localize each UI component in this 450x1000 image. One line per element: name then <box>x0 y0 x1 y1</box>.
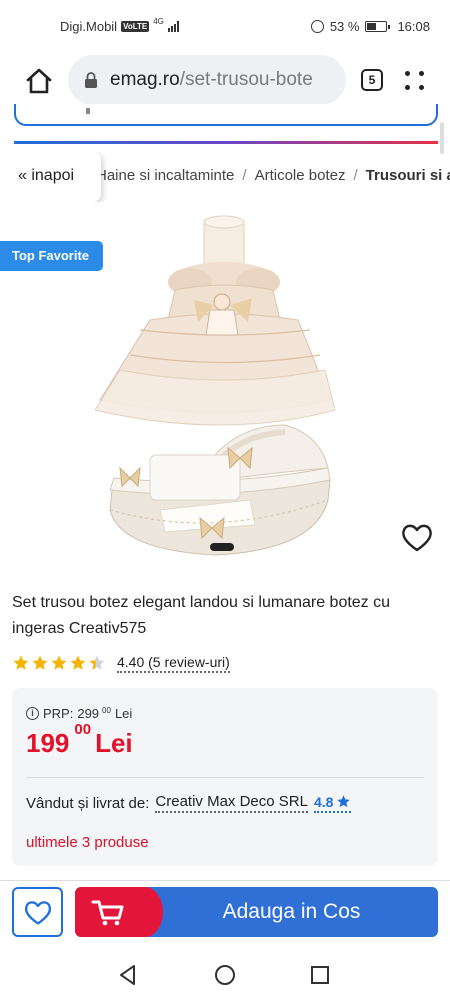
product-rating[interactable]: 4.40 (5 review-uri) <box>12 652 230 674</box>
prp-dec: 00 <box>102 706 111 715</box>
breadcrumb-item[interactable]: Articole botez <box>255 167 346 184</box>
url-domain: emag.ro <box>110 69 180 90</box>
star-icon <box>337 795 351 808</box>
signal-icon <box>167 21 179 32</box>
breadcrumb-separator: / <box>242 167 247 184</box>
breadcrumb-item-current[interactable]: Trusouri si accesorii botez <box>366 167 450 184</box>
price-currency: Lei <box>95 728 133 758</box>
url-path: /set-trusou-bote <box>179 69 313 90</box>
home-nav-icon[interactable] <box>213 963 237 987</box>
heart-icon <box>24 901 52 925</box>
breadcrumb-item[interactable]: Haine si incaltaminte <box>96 167 234 184</box>
star-icon <box>13 655 29 670</box>
tabs-icon[interactable]: 5 <box>361 69 383 91</box>
clock: 16:08 <box>397 19 430 34</box>
status-right: 53 % 16:08 <box>310 19 430 34</box>
home-icon[interactable] <box>24 66 54 96</box>
rating-text[interactable]: 4.40 (5 review-uri) <box>117 654 230 673</box>
browser-toolbar: emag.ro/set-trusou-bote 5 <box>0 52 450 108</box>
status-bar: Digi.Mobil VoLTE 4G 53 % 16:08 <box>0 0 450 52</box>
url-text: emag.ro/set-trusou-bote <box>110 69 313 91</box>
seller-name-link[interactable]: Creativ Max Deco SRL <box>155 793 308 813</box>
star-icon <box>32 655 48 670</box>
cart-icon <box>91 900 124 926</box>
stock-status: ultimele 3 produse <box>26 834 149 851</box>
lock-icon <box>85 72 97 88</box>
url-bar[interactable]: emag.ro/set-trusou-bote <box>68 55 346 105</box>
price-dec: 00 <box>74 721 92 739</box>
product-image[interactable] <box>80 210 350 580</box>
carrier-name: Digi.Mobil <box>60 19 118 34</box>
wishlist-button[interactable] <box>12 887 63 937</box>
heart-icon[interactable] <box>400 522 434 554</box>
product-title: Set trusou botez elegant landou si luman… <box>12 594 391 637</box>
prp-int: 299 <box>77 706 100 721</box>
product-price: 199 00 Lei <box>26 721 133 759</box>
seller-rating-value: 4.8 <box>313 793 334 810</box>
search-input[interactable] <box>14 104 438 126</box>
rating-stars <box>12 654 107 672</box>
divider <box>26 777 424 778</box>
header-accent-line <box>14 141 438 144</box>
add-to-cart-label: Adauga in Cos <box>222 900 361 923</box>
seller-row: Vândut și livrat de: Creativ Max Deco SR… <box>26 793 352 813</box>
page-scrollbar[interactable] <box>440 122 444 154</box>
battery-percent: 53 % <box>329 19 360 34</box>
add-to-cart-button[interactable]: Adauga in Cos <box>75 887 438 937</box>
breadcrumb-separator: / <box>353 167 358 184</box>
star-icon <box>89 655 105 670</box>
info-icon[interactable]: i <box>26 707 39 720</box>
system-nav-bar <box>0 950 450 1000</box>
more-vert-icon[interactable] <box>402 67 428 93</box>
recents-nav-icon[interactable] <box>308 963 332 987</box>
breadcrumb: Haine si incaltaminte / Articole botez / Tru… <box>0 152 450 202</box>
volte-icon: VoLTE <box>121 21 150 32</box>
alarm-icon <box>310 20 324 33</box>
star-icon <box>70 655 86 670</box>
status-left: Digi.Mobil VoLTE 4G <box>60 17 179 34</box>
breadcrumb-track: Haine si incaltaminte / Articole botez / Tru… <box>96 167 450 184</box>
seller-rating[interactable]: 4.8 <box>313 793 352 813</box>
network-type: 4G <box>153 17 164 26</box>
back-button[interactable]: « inapoi <box>0 152 101 202</box>
back-nav-icon[interactable] <box>116 963 140 987</box>
action-bar: Adauga in Cos <box>0 880 450 950</box>
seller-label: Vândut și livrat de: <box>26 794 150 812</box>
prp-label: PRP: <box>43 706 74 721</box>
gallery-indicator[interactable] <box>210 543 234 551</box>
prp-row: i PRP: 299 00 Lei <box>26 706 132 721</box>
prp-currency: Lei <box>114 706 133 721</box>
price-card: i PRP: 299 00 Lei 199 00 Lei Vândut și liv… <box>12 688 438 866</box>
price-int: 199 <box>26 728 70 758</box>
search-text-fragment <box>86 108 90 114</box>
battery-icon <box>365 21 391 32</box>
star-icon <box>51 655 67 670</box>
